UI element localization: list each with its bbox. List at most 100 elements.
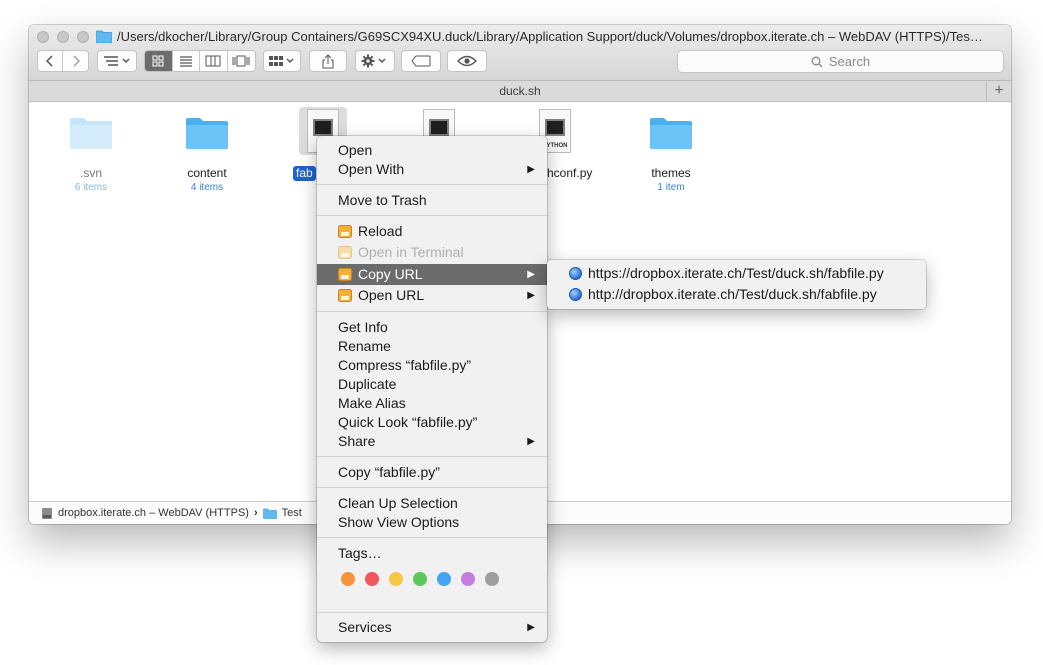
menu-item-open[interactable]: Open [317, 141, 547, 160]
tab-bar: duck.sh + [29, 81, 1011, 102]
cover-flow-view-button[interactable] [228, 51, 255, 71]
forward-button[interactable] [63, 51, 88, 71]
menu-item-quick-look[interactable]: Quick Look “fabfile.py” [317, 413, 547, 432]
file-item[interactable]: themes 1 item [616, 107, 726, 194]
menu-item-compress[interactable]: Compress “fabfile.py” [317, 356, 547, 375]
cover-flow-icon [232, 55, 250, 67]
navigation-buttons [37, 50, 89, 72]
folder-icon [647, 107, 695, 155]
drive-icon [42, 507, 52, 519]
duck-icon [338, 289, 352, 302]
file-item-count: 1 item [657, 182, 685, 193]
chevron-left-icon [46, 55, 53, 67]
tag-gray-button[interactable] [485, 572, 499, 586]
menu-separator [317, 612, 547, 613]
edit-tags-button[interactable] [401, 50, 441, 72]
copy-url-submenu: https://dropbox.iterate.ch/Test/duck.sh/… [547, 260, 926, 309]
globe-icon [569, 288, 582, 301]
menu-item-tags[interactable]: Tags… [317, 544, 547, 563]
path-volume[interactable]: dropbox.iterate.ch – WebDAV (HTTPS) [58, 507, 249, 519]
duck-icon [338, 268, 352, 281]
submenu-arrow-icon: ▶ [527, 269, 535, 280]
context-menu: Open Open With ▶ Move to Trash Reload Ope… [317, 136, 547, 642]
group-by-button[interactable] [263, 50, 301, 72]
view-mode-segmented [144, 50, 256, 72]
file-item-count: 4 items [190, 182, 224, 193]
selected-file-name: fab [293, 166, 316, 181]
zoom-window-button[interactable] [77, 31, 89, 43]
tag-color-row [341, 572, 499, 586]
tag-purple-button[interactable] [461, 572, 475, 586]
chevron-right-icon [72, 55, 80, 67]
grid-icon [152, 55, 164, 67]
share-button[interactable] [309, 50, 347, 72]
tag-yellow-button[interactable] [389, 572, 403, 586]
search-icon [811, 56, 823, 67]
menu-item-move-to-trash[interactable]: Move to Trash [317, 191, 547, 210]
menu-separator [317, 184, 547, 185]
menu-item-make-alias[interactable]: Make Alias [317, 394, 547, 413]
tag-orange-button[interactable] [341, 572, 355, 586]
menu-item-duplicate[interactable]: Duplicate [317, 375, 547, 394]
menu-separator [317, 487, 547, 488]
file-name: content [187, 166, 227, 180]
path-folder[interactable]: Test [282, 507, 302, 519]
menu-separator [317, 537, 547, 538]
title-bar: /Users/dkocher/Library/Group Containers/… [29, 25, 1011, 81]
tab-duck-sh[interactable]: duck.sh [499, 84, 540, 98]
folder-icon [183, 107, 231, 155]
submenu-item-http-url[interactable]: http://dropbox.iterate.ch/Test/duck.sh/f… [547, 284, 926, 305]
file-item-count: 6 items [74, 182, 108, 193]
arrange-button[interactable] [97, 50, 137, 72]
back-button[interactable] [38, 51, 63, 71]
quick-look-button[interactable] [447, 50, 487, 72]
submenu-item-https-url[interactable]: https://dropbox.iterate.ch/Test/duck.sh/… [547, 263, 926, 284]
file-item[interactable]: content 4 items [152, 107, 262, 194]
search-field[interactable]: Search [677, 50, 1004, 73]
menu-separator [317, 456, 547, 457]
folder-icon [262, 508, 277, 519]
submenu-arrow-icon: ▶ [527, 164, 535, 175]
list-view-button[interactable] [173, 51, 200, 71]
tag-red-button[interactable] [365, 572, 379, 586]
menu-separator [317, 311, 547, 312]
tag-green-button[interactable] [413, 572, 427, 586]
minimize-window-button[interactable] [57, 31, 69, 43]
menu-item-clean-up-selection[interactable]: Clean Up Selection [317, 494, 547, 513]
menu-item-show-view-options[interactable]: Show View Options [317, 513, 547, 532]
share-icon [322, 53, 334, 68]
menu-item-copy-url[interactable]: Copy URL ▶ [317, 264, 547, 285]
duck-icon [338, 225, 352, 238]
menu-item-reload[interactable]: Reload [317, 222, 547, 241]
file-name: themes [651, 166, 691, 180]
group-grid-icon [269, 56, 294, 66]
menu-separator [317, 215, 547, 216]
gear-icon [361, 54, 386, 68]
list-icon [179, 56, 192, 67]
submenu-arrow-icon: ▶ [527, 622, 535, 633]
menu-item-open-with[interactable]: Open With ▶ [317, 160, 547, 179]
action-button[interactable] [355, 50, 395, 72]
tag-icon [411, 55, 431, 67]
folder-icon [67, 107, 115, 155]
tag-blue-button[interactable] [437, 572, 451, 586]
menu-item-rename[interactable]: Rename [317, 337, 547, 356]
menu-item-share[interactable]: Share ▶ [317, 432, 547, 451]
menu-item-get-info[interactable]: Get Info [317, 318, 547, 337]
new-tab-button[interactable]: + [986, 81, 1011, 101]
search-placeholder: Search [828, 54, 871, 69]
duck-icon [338, 246, 352, 259]
icon-view-button[interactable] [145, 51, 173, 71]
globe-icon [569, 267, 582, 280]
window-title: /Users/dkocher/Library/Group Containers/… [117, 29, 983, 44]
submenu-arrow-icon: ▶ [527, 436, 535, 447]
menu-item-open-url[interactable]: Open URL ▶ [317, 286, 547, 305]
menu-item-open-in-terminal: Open in Terminal [317, 243, 547, 262]
menu-item-copy-file[interactable]: Copy “fabfile.py” [317, 463, 547, 482]
column-view-button[interactable] [200, 51, 228, 71]
menu-item-services[interactable]: Services ▶ [317, 618, 547, 637]
file-item[interactable]: .svn 6 items [36, 107, 146, 194]
list-arrange-icon [104, 56, 130, 66]
close-window-button[interactable] [37, 31, 49, 43]
path-separator: › [253, 507, 258, 519]
